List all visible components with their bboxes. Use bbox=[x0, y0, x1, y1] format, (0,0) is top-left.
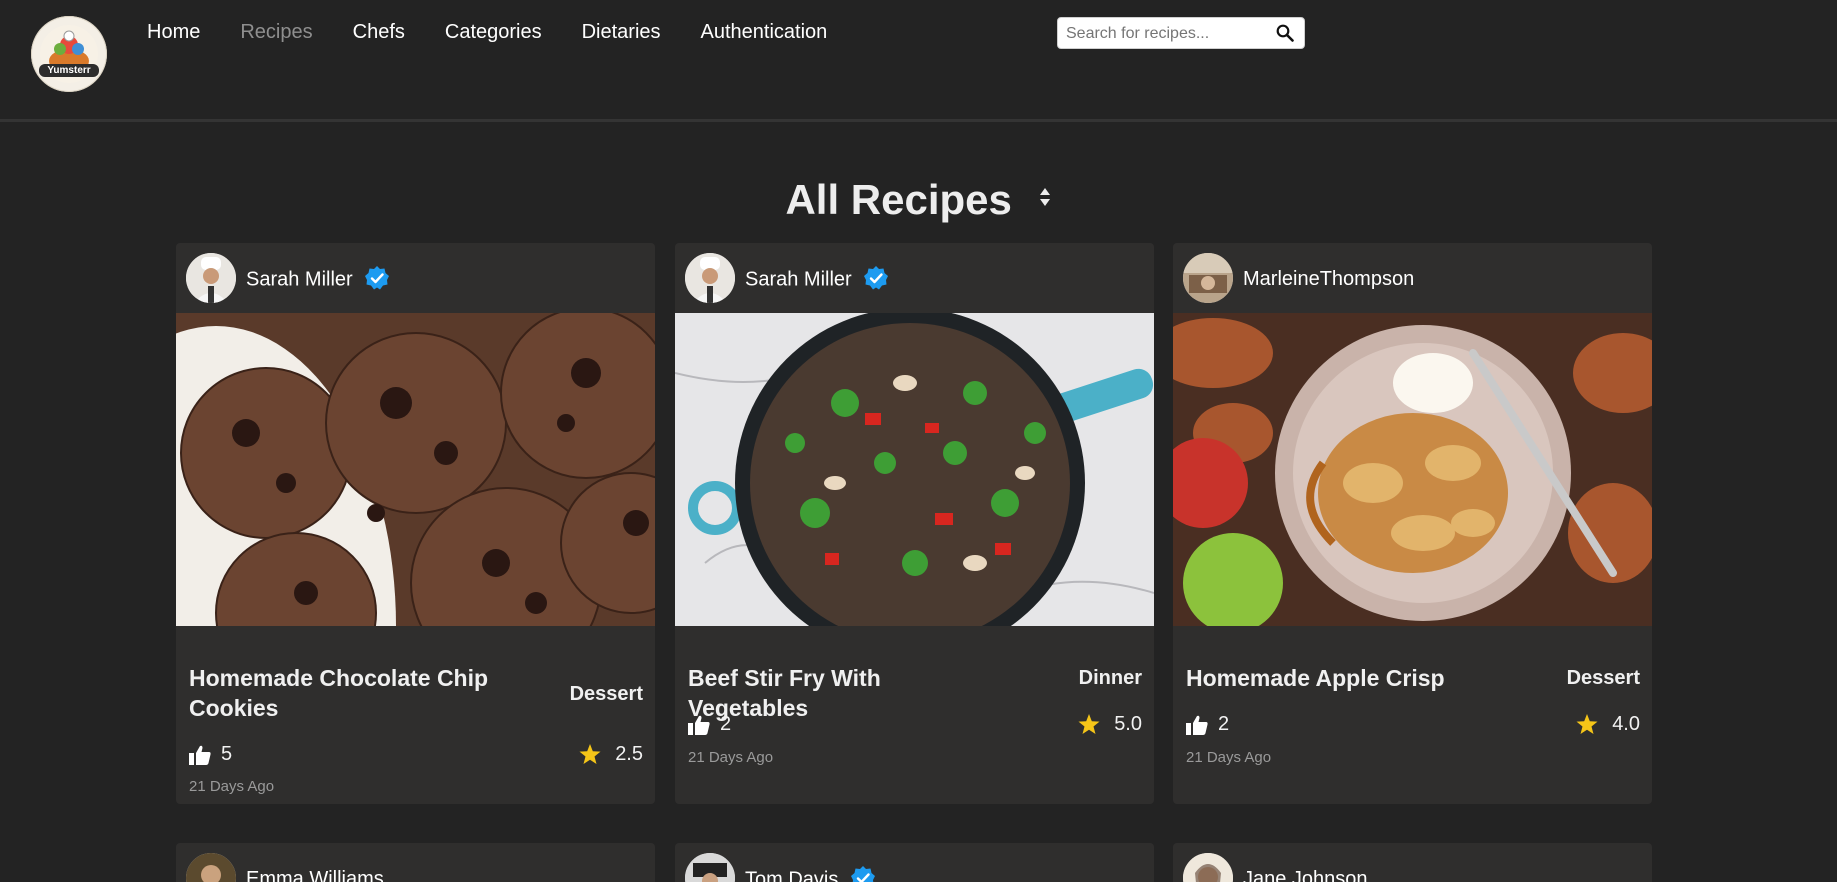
recipe-title[interactable]: Homemade Chocolate Chip Cookies bbox=[189, 663, 499, 723]
recipe-card[interactable]: Sarah Miller bbox=[675, 243, 1154, 804]
chef-avatar-image bbox=[685, 253, 735, 303]
chef-avatar-image bbox=[186, 853, 236, 882]
star-icon bbox=[1576, 714, 1598, 734]
recipe-card[interactable]: MarleineThompson Homemade Apple Crisp De… bbox=[1173, 243, 1652, 804]
likes[interactable]: 2 bbox=[688, 713, 731, 736]
recipe-title[interactable]: Homemade Apple Crisp bbox=[1186, 663, 1496, 693]
rating-value: 4.0 bbox=[1612, 713, 1640, 735]
recipe-card[interactable]: Sarah Miller bbox=[176, 243, 655, 804]
search-icon[interactable] bbox=[1276, 24, 1294, 42]
search-box bbox=[1057, 17, 1305, 49]
category-badge[interactable]: Dinner bbox=[1079, 667, 1142, 690]
site-header: Yumsterr Home Recipes Chefs Categories D… bbox=[0, 0, 1837, 122]
chef-name[interactable]: Emma Williams bbox=[246, 867, 384, 882]
chef-name-text: Emma Williams bbox=[246, 868, 384, 882]
chef-avatar-image bbox=[685, 853, 735, 882]
likes[interactable]: 5 bbox=[189, 743, 232, 766]
page-title: All Recipes bbox=[0, 176, 1837, 224]
rating-value: 2.5 bbox=[615, 743, 643, 765]
category-badge[interactable]: Dessert bbox=[1567, 667, 1640, 690]
chef-name[interactable]: MarleineThompson bbox=[1243, 267, 1414, 291]
chef-avatar[interactable] bbox=[1183, 853, 1233, 882]
nav-authentication[interactable]: Authentication bbox=[701, 20, 828, 44]
chef-avatar[interactable] bbox=[685, 253, 735, 303]
main-nav: Home Recipes Chefs Categories Dietaries … bbox=[147, 20, 867, 44]
chef-name[interactable]: Jane Johnson bbox=[1243, 867, 1368, 882]
verified-badge-icon bbox=[850, 866, 875, 882]
chef-avatar-image bbox=[186, 253, 236, 303]
chef-avatar[interactable] bbox=[186, 853, 236, 882]
likes-count: 2 bbox=[1218, 713, 1230, 735]
card-chef-row[interactable]: Emma Williams bbox=[176, 843, 655, 882]
star-icon bbox=[579, 744, 601, 764]
thumbs-up-icon[interactable] bbox=[189, 745, 211, 765]
chef-name-text: Tom Davis bbox=[745, 868, 839, 882]
page-title-text: All Recipes bbox=[785, 176, 1012, 223]
nav-recipes[interactable]: Recipes bbox=[240, 20, 312, 44]
chef-name[interactable]: Sarah Miller bbox=[246, 266, 390, 293]
chef-avatar[interactable] bbox=[186, 253, 236, 303]
recipe-title[interactable]: Beef Stir Fry With Vegetables bbox=[688, 663, 998, 723]
post-time: 21 Days Ago bbox=[1186, 749, 1272, 766]
recipe-image-cookies[interactable] bbox=[176, 313, 655, 626]
chef-name-text: Sarah Miller bbox=[745, 268, 852, 291]
chef-name-text: Jane Johnson bbox=[1243, 868, 1368, 882]
recipe-card[interactable]: Tom Davis bbox=[675, 843, 1154, 882]
chef-name[interactable]: Sarah Miller bbox=[745, 266, 889, 293]
post-time: 21 Days Ago bbox=[688, 749, 774, 766]
apple-crisp-photo bbox=[1173, 313, 1652, 626]
card-chef-row[interactable]: Sarah Miller bbox=[675, 243, 1154, 313]
chef-name-text: Sarah Miller bbox=[246, 268, 353, 291]
stir-fry-photo bbox=[675, 313, 1154, 626]
rating: 4.0 bbox=[1576, 713, 1640, 736]
recipe-image-stir-fry[interactable] bbox=[675, 313, 1154, 626]
cookies-photo bbox=[176, 313, 655, 626]
likes-count: 2 bbox=[720, 713, 732, 735]
card-chef-row[interactable]: Tom Davis bbox=[675, 843, 1154, 882]
yumsterr-logo[interactable]: Yumsterr bbox=[31, 16, 107, 92]
recipe-card[interactable]: Jane Johnson bbox=[1173, 843, 1652, 882]
logo-text: Yumsterr bbox=[39, 64, 99, 77]
likes-count: 5 bbox=[221, 743, 233, 765]
chef-avatar[interactable] bbox=[685, 853, 735, 882]
chef-avatar-image bbox=[1183, 253, 1233, 303]
card-chef-row[interactable]: MarleineThompson bbox=[1173, 243, 1652, 313]
rating-value: 5.0 bbox=[1114, 713, 1142, 735]
chef-avatar-image bbox=[1183, 853, 1233, 882]
card-chef-row[interactable]: Sarah Miller bbox=[176, 243, 655, 313]
star-icon bbox=[1078, 714, 1100, 734]
card-chef-row[interactable]: Jane Johnson bbox=[1173, 843, 1652, 882]
rating: 5.0 bbox=[1078, 713, 1142, 736]
nav-dietaries[interactable]: Dietaries bbox=[582, 20, 661, 44]
sort-icon[interactable] bbox=[1038, 186, 1052, 208]
chef-name[interactable]: Tom Davis bbox=[745, 866, 876, 882]
verified-badge-icon bbox=[864, 266, 889, 290]
rating: 2.5 bbox=[579, 743, 643, 766]
likes[interactable]: 2 bbox=[1186, 713, 1229, 736]
category-badge[interactable]: Dessert bbox=[570, 683, 643, 706]
thumbs-up-icon[interactable] bbox=[1186, 715, 1208, 735]
nav-chefs[interactable]: Chefs bbox=[353, 20, 405, 44]
nav-home[interactable]: Home bbox=[147, 20, 200, 44]
post-time: 21 Days Ago bbox=[189, 778, 275, 795]
chef-avatar[interactable] bbox=[1183, 253, 1233, 303]
recipe-card[interactable]: Emma Williams bbox=[176, 843, 655, 882]
thumbs-up-icon[interactable] bbox=[688, 715, 710, 735]
recipe-image-apple-crisp[interactable] bbox=[1173, 313, 1652, 626]
chef-name-text: MarleineThompson bbox=[1243, 268, 1415, 290]
search-input[interactable] bbox=[1064, 21, 1268, 47]
verified-badge-icon bbox=[365, 266, 390, 290]
nav-categories[interactable]: Categories bbox=[445, 20, 542, 44]
